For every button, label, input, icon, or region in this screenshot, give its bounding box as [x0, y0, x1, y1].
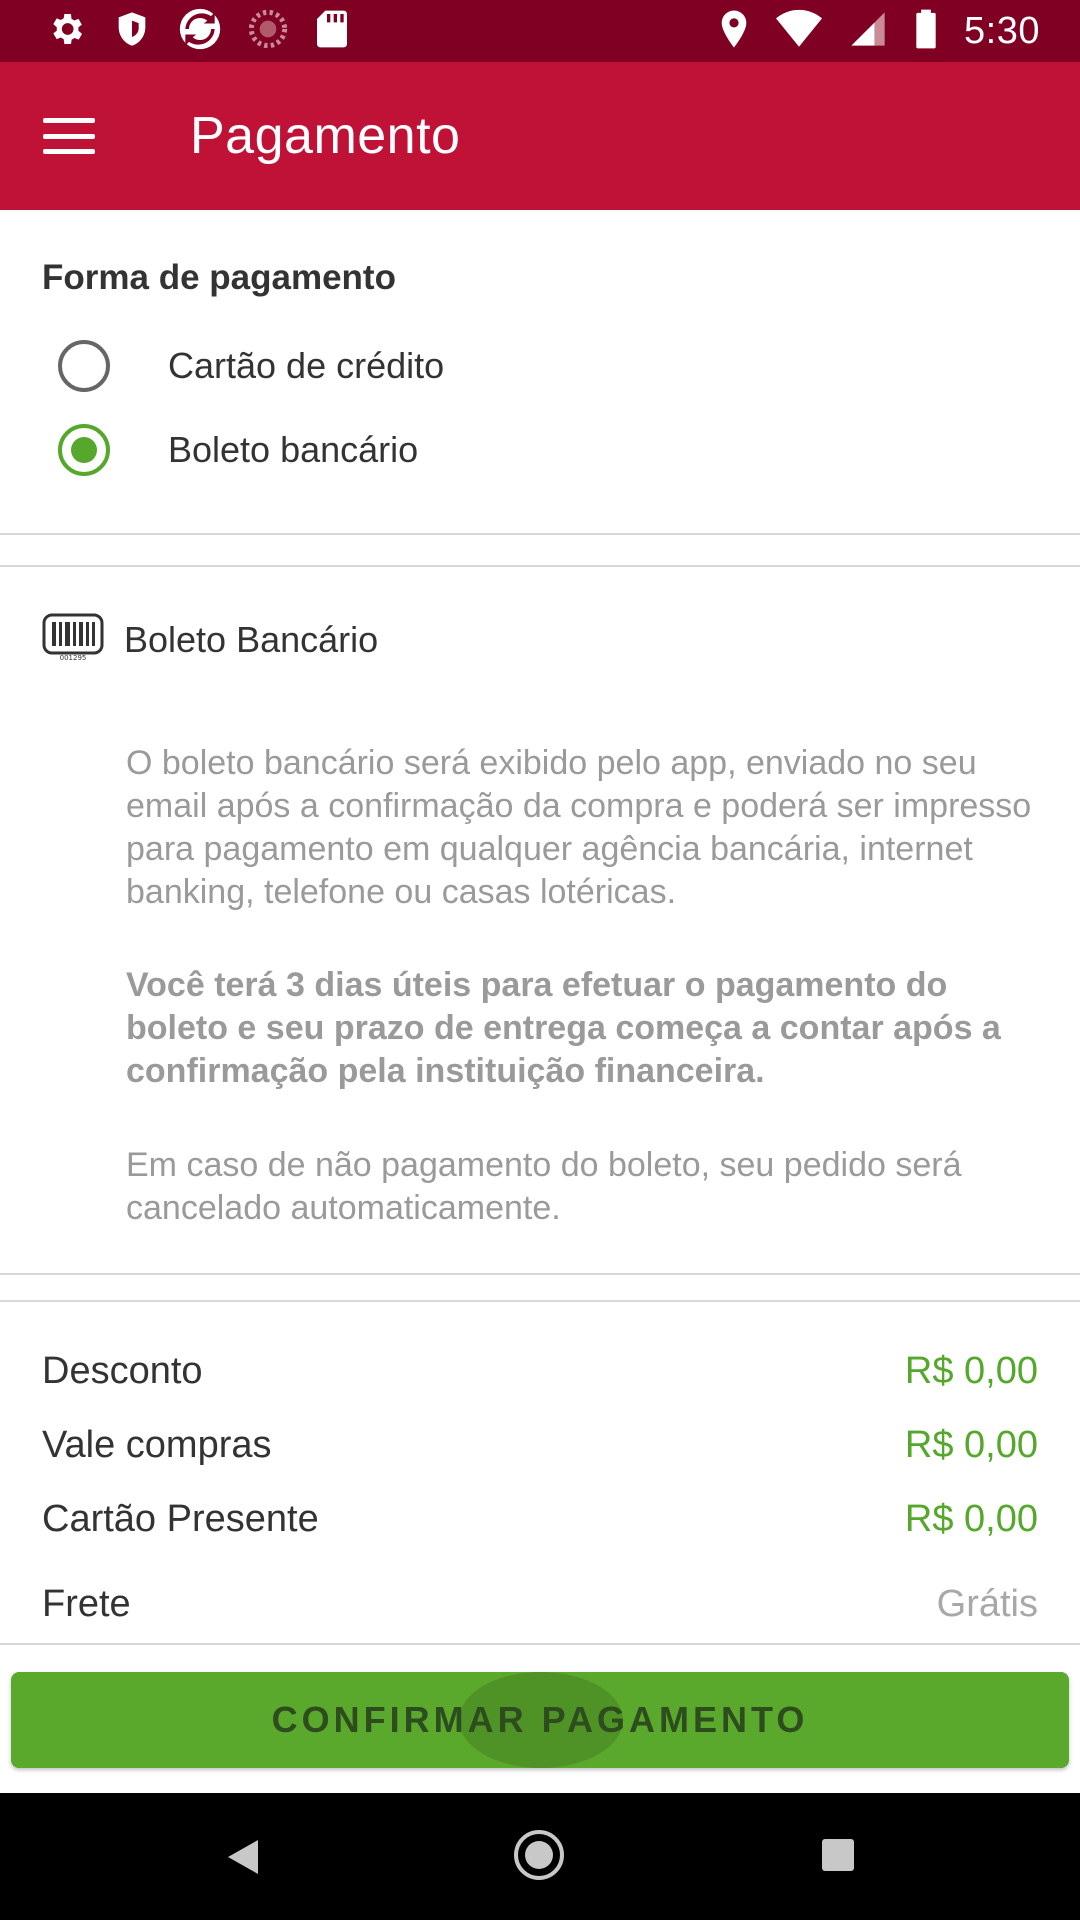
summary-row-voucher: Vale compras R$ 0,00 [42, 1424, 1038, 1467]
summary-label: Frete [42, 1583, 131, 1625]
wifi-icon [776, 9, 823, 54]
radio-button-selected[interactable] [58, 424, 110, 476]
summary-value: R$ 0,00 [904, 1424, 1038, 1466]
system-nav-bar [0, 1793, 1080, 1920]
page-title: Pagamento [190, 107, 461, 165]
radio-button[interactable] [58, 340, 110, 392]
boleto-title: Boleto Bancário [124, 618, 379, 660]
boleto-header: 001295 Boleto Bancário [42, 613, 378, 666]
order-summary: Desconto R$ 0,00 Vale compras R$ 0,00 Ca… [0, 1300, 1080, 1645]
recents-icon[interactable] [822, 1839, 854, 1871]
boleto-info-section: 001295 Boleto Bancário O boleto bancário… [0, 565, 1080, 1275]
summary-row-gift-card: Cartão Presente R$ 0,00 [42, 1498, 1038, 1541]
sd-card-icon [314, 9, 350, 54]
app-bar: Pagamento [0, 62, 1080, 210]
barcode-icon: 001295 [42, 613, 104, 666]
summary-row-shipping: Frete Grátis [42, 1583, 1038, 1626]
summary-row-discount: Desconto R$ 0,00 [42, 1350, 1038, 1393]
loading-icon [248, 9, 288, 54]
payment-option-credit-card[interactable]: Cartão de crédito [42, 326, 444, 406]
summary-value: Grátis [936, 1583, 1038, 1625]
sync-icon [178, 7, 222, 56]
boleto-deadline-note: Você terá 3 dias úteis para efetuar o pa… [126, 966, 1001, 1090]
settings-icon [46, 9, 86, 54]
confirm-payment-label: CONFIRMAR PAGAMENTO [271, 1699, 809, 1740]
battery-icon [914, 8, 938, 55]
summary-label: Vale compras [42, 1424, 272, 1466]
confirm-payment-button[interactable]: CONFIRMAR PAGAMENTO [11, 1672, 1069, 1768]
boleto-cancel-note: Em caso de não pagamento do boleto, seu … [126, 1146, 962, 1227]
home-icon[interactable] [514, 1830, 564, 1880]
status-icons-left [46, 7, 350, 56]
summary-value: R$ 0,00 [904, 1350, 1038, 1392]
payment-option-label: Cartão de crédito [168, 345, 445, 386]
status-bar: 5:30 [0, 0, 1080, 62]
payment-option-boleto[interactable]: Boleto bancário [42, 410, 418, 490]
payment-option-label: Boleto bancário [168, 429, 419, 470]
status-time: 5:30 [964, 9, 1040, 52]
payment-method-title: Forma de pagamento [42, 258, 396, 297]
status-icons-right: 5:30 [718, 8, 1040, 55]
signal-icon [848, 9, 888, 54]
menu-button[interactable] [0, 62, 140, 210]
screen: 5:30 Pagamento Forma de pagamento Cartão… [0, 0, 1080, 1920]
payment-method-section: Forma de pagamento Cartão de crédito Bol… [0, 210, 1080, 535]
shield-icon [112, 9, 152, 54]
summary-label: Desconto [42, 1350, 203, 1392]
boleto-description: O boleto bancário será exibido pelo app,… [126, 744, 1032, 911]
menu-icon [42, 118, 95, 154]
summary-label: Cartão Presente [42, 1498, 319, 1540]
summary-value: R$ 0,00 [904, 1498, 1038, 1540]
barcode-caption: 001295 [60, 654, 87, 661]
location-icon [718, 9, 750, 54]
back-icon[interactable] [226, 1838, 260, 1881]
